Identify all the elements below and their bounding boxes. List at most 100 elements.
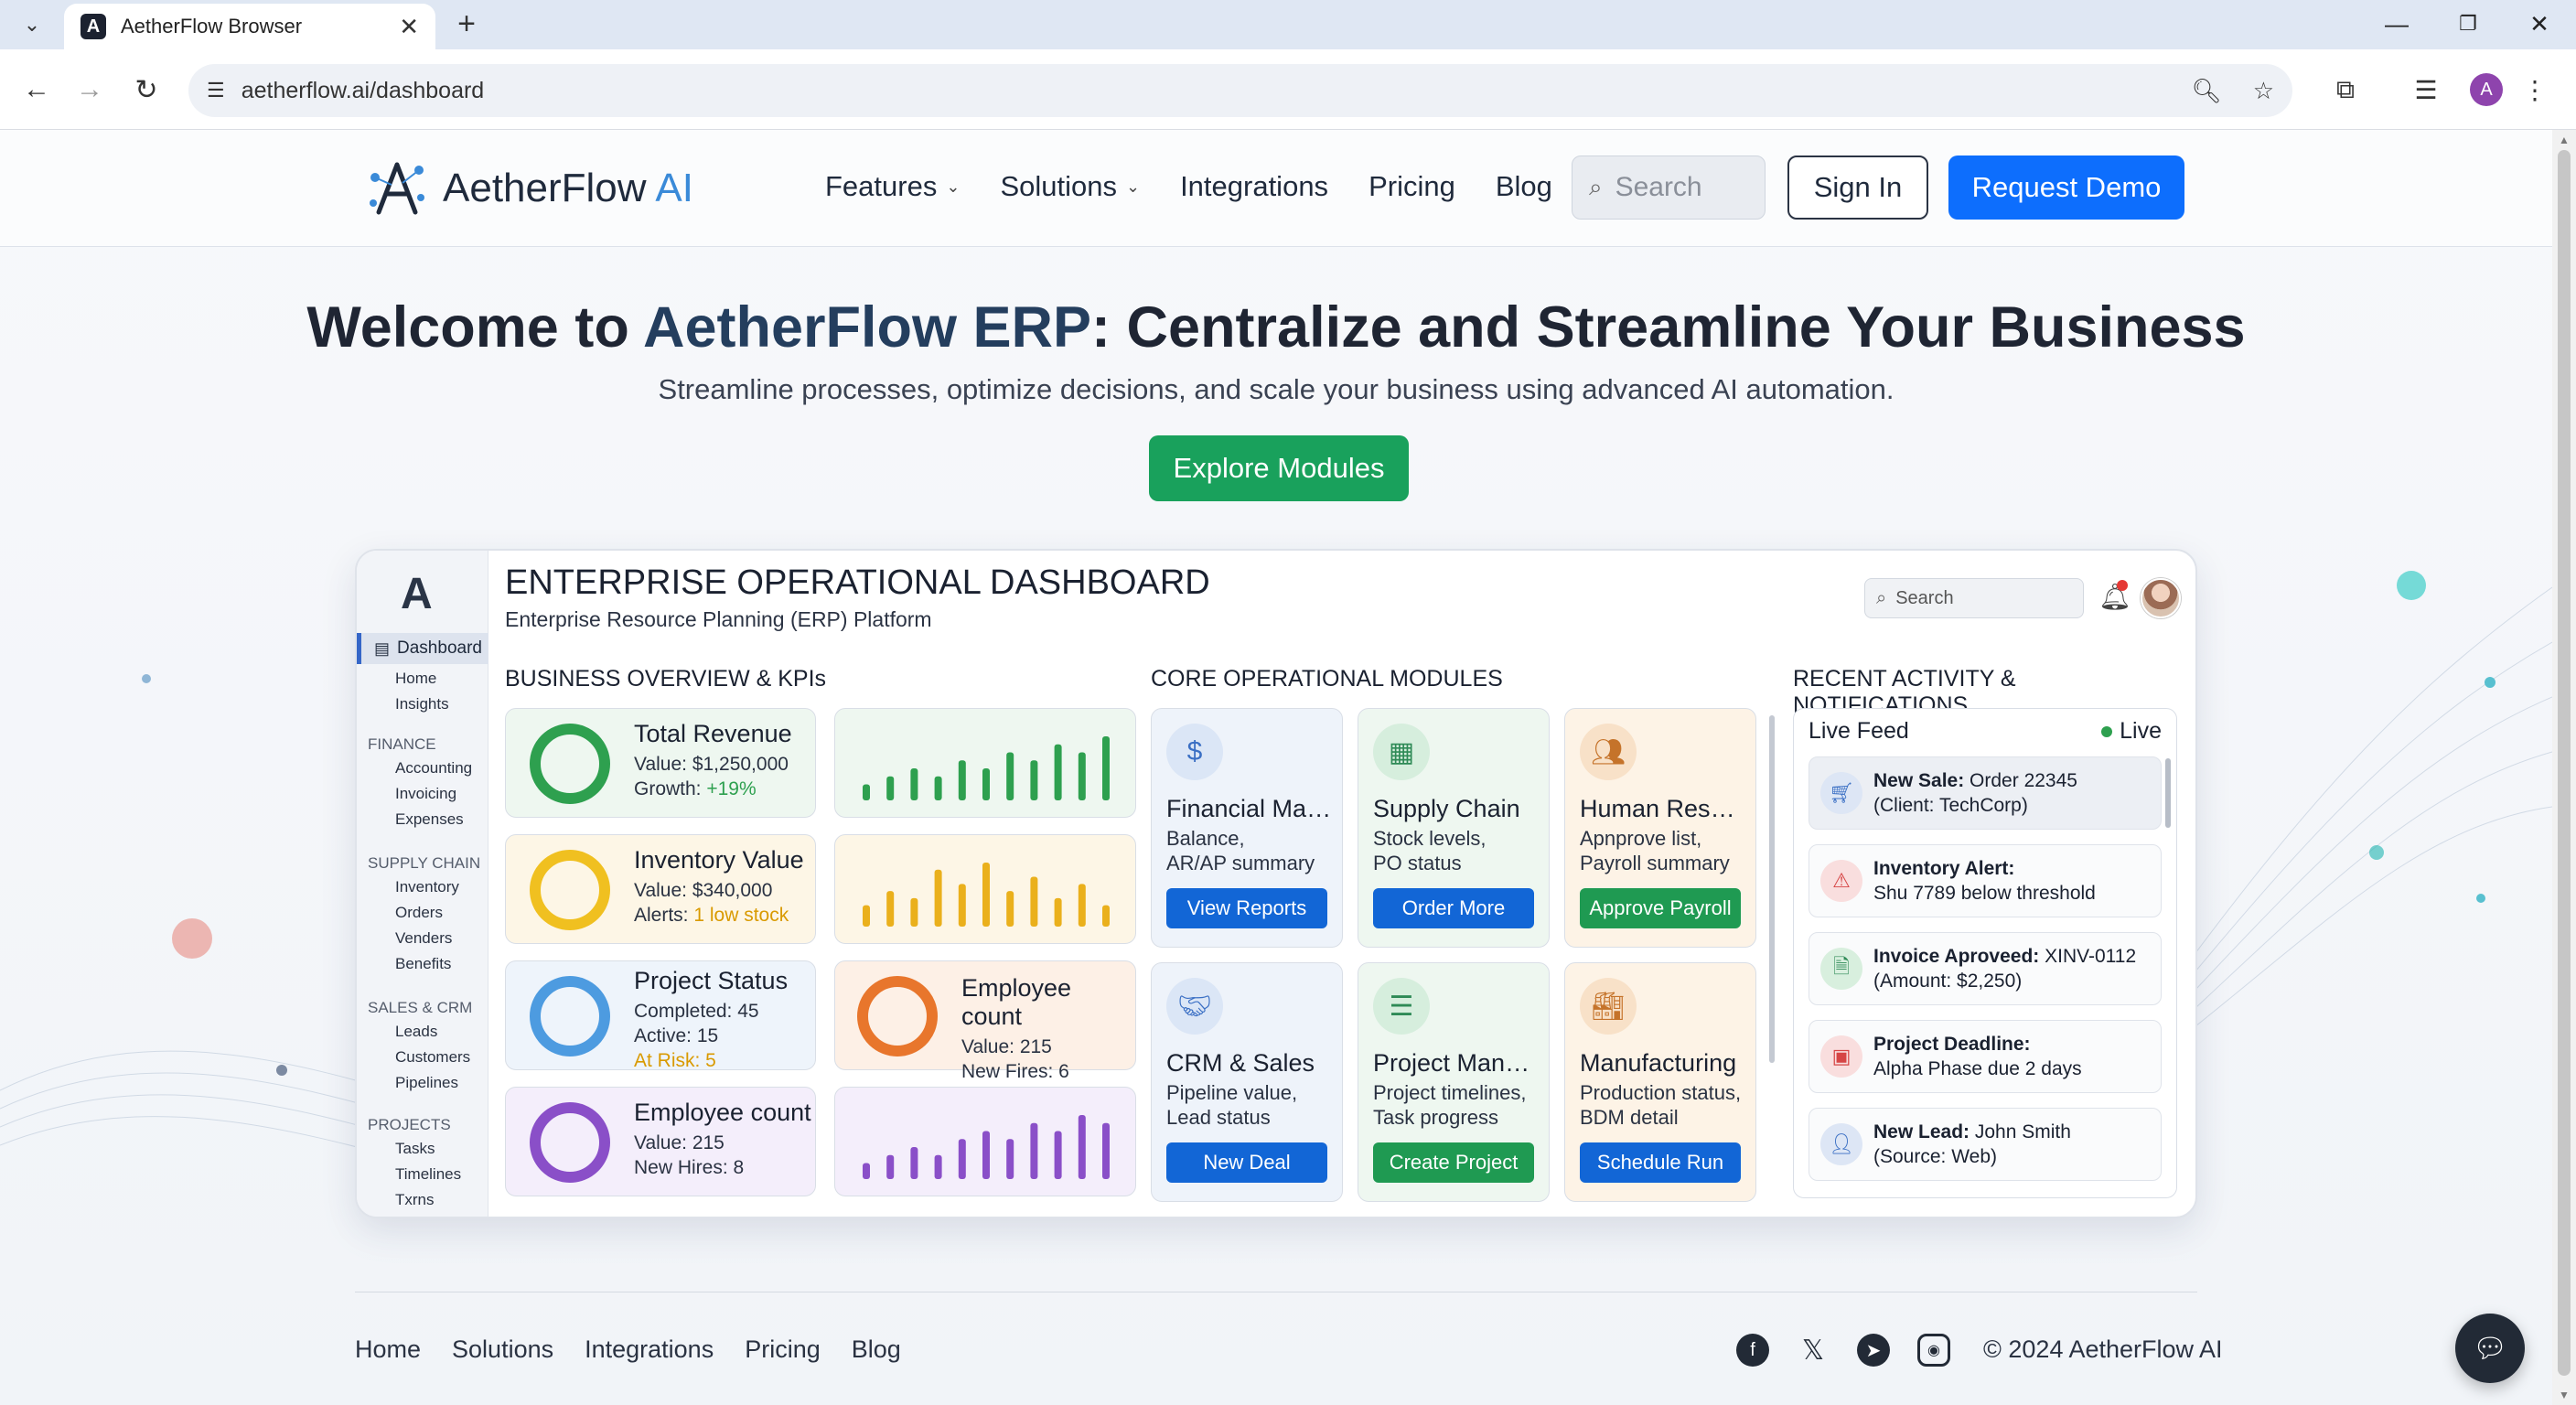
- media-icon[interactable]: ☰: [2406, 70, 2446, 110]
- sidebar-item-orders[interactable]: Orders: [395, 904, 443, 922]
- address-bar[interactable]: ☰ aetherflow.ai/dashboard 🔍︎ ☆: [188, 64, 2292, 117]
- instagram-icon[interactable]: ◉: [1917, 1334, 1950, 1367]
- nav-pricing[interactable]: Pricing: [1368, 170, 1455, 203]
- sidebar-group-projects: PROJECTS: [368, 1116, 451, 1133]
- chevron-down-icon: ⌄: [946, 177, 961, 196]
- view-reports-button[interactable]: View Reports: [1166, 888, 1327, 928]
- tab-search-chevron-icon[interactable]: ⌄: [13, 7, 51, 42]
- module-description: Pipeline value, Lead status: [1166, 1081, 1298, 1129]
- minimize-icon[interactable]: —: [2369, 5, 2424, 42]
- tab-close-icon[interactable]: ✕: [399, 13, 419, 41]
- sparkline-bar: [1030, 1122, 1038, 1179]
- site-info-icon[interactable]: ☰: [207, 79, 225, 102]
- reload-icon[interactable]: ↻: [124, 68, 168, 112]
- module-card-crm-sales[interactable]: 🤝︎ CRM & Sales Pipeline value, Lead statu…: [1151, 962, 1343, 1202]
- sidebar-item-timelines[interactable]: Timelines: [395, 1165, 461, 1184]
- sidebar-item-insights[interactable]: Insights: [395, 695, 449, 713]
- nav-features[interactable]: Features ⌄: [825, 170, 960, 203]
- footer-link-integrations[interactable]: Integrations: [585, 1335, 714, 1364]
- nav-integrations[interactable]: Integrations: [1180, 170, 1328, 203]
- scroll-up-icon[interactable]: ▲: [2558, 134, 2571, 146]
- back-arrow-icon[interactable]: ←: [15, 68, 59, 112]
- module-card-financial[interactable]: $ Financial Man... Balance, AR/AP summary…: [1151, 708, 1343, 948]
- nav-blog[interactable]: Blog: [1496, 170, 1552, 203]
- footer-link-solutions[interactable]: Solutions: [452, 1335, 553, 1364]
- sidebar-item-accounting[interactable]: Accounting: [395, 759, 472, 778]
- kpi-value: Value: 215: [634, 1132, 724, 1153]
- module-card-manufacturing[interactable]: 🏭︎ Manufacturing Production status, BDM d…: [1564, 962, 1756, 1202]
- dashboard-title: ENTERPRISE OPERATIONAL DASHBOARD: [505, 563, 1210, 602]
- user-avatar[interactable]: [2141, 578, 2181, 618]
- sidebar-item-home[interactable]: Home: [395, 670, 436, 688]
- sidebar-item-customers[interactable]: Customers: [395, 1048, 470, 1067]
- sparkline-bar: [1054, 897, 1062, 927]
- restore-icon[interactable]: ❐: [2441, 5, 2496, 42]
- url-text[interactable]: aetherflow.ai/dashboard: [242, 78, 2161, 104]
- sidebar-item-leads[interactable]: Leads: [395, 1023, 437, 1041]
- kpi-card-employee-count-alt[interactable]: Employee count Value: 215 New Fires: 6: [834, 960, 1136, 1082]
- footer-link-pricing[interactable]: Pricing: [745, 1335, 821, 1364]
- feed-item[interactable]: 🛒︎ New Sale: Order 22345 (Client: TechCor…: [1809, 756, 2162, 830]
- site-logo[interactable]: AetherFlow AI: [366, 157, 693, 220]
- telegram-icon[interactable]: ➤: [1857, 1334, 1890, 1367]
- sparkline-bar: [958, 1139, 966, 1179]
- kpi-card-total-revenue[interactable]: Total Revenue Value: $1,250,000 Growth: …: [505, 708, 816, 818]
- sidebar-group-finance: FINANCE: [368, 735, 436, 753]
- dashboard-search-input[interactable]: ⌕ Search: [1864, 578, 2084, 618]
- new-tab-plus-icon[interactable]: +: [448, 5, 485, 42]
- x-icon[interactable]: 𝕏: [1797, 1334, 1830, 1367]
- tab-favicon-icon: A: [80, 14, 106, 39]
- module-description: Production status, BDM detail: [1580, 1081, 1742, 1129]
- chat-bubble-icon[interactable]: 💬︎: [2455, 1314, 2525, 1383]
- create-project-button[interactable]: Create Project: [1373, 1142, 1534, 1183]
- order-more-button[interactable]: Order More: [1373, 888, 1534, 928]
- web-page: AetherFlow AI Features ⌄ Solutions ⌄ Integ…: [0, 130, 2552, 1405]
- footer-link-home[interactable]: Home: [355, 1335, 421, 1364]
- kpi-card-inventory-value[interactable]: Inventory Value Value: $340,000 Alerts: …: [505, 834, 816, 944]
- sign-in-button[interactable]: Sign In: [1787, 156, 1928, 220]
- explore-modules-button[interactable]: Explore Modules: [1149, 435, 1409, 501]
- module-card-project-management[interactable]: ☰ Project Manag... Project timelines, Tas…: [1358, 962, 1550, 1202]
- sidebar-item-invoicing[interactable]: Invoicing: [395, 785, 456, 803]
- window-close-icon[interactable]: ✕: [2512, 5, 2567, 42]
- nav-solutions[interactable]: Solutions ⌄: [1000, 170, 1140, 203]
- forward-arrow-icon[interactable]: →: [68, 68, 112, 112]
- page-scrollbar[interactable]: ▲ ▼: [2552, 130, 2576, 1405]
- schedule-run-button[interactable]: Schedule Run: [1580, 1142, 1741, 1183]
- approve-payroll-button[interactable]: Approve Payroll: [1580, 888, 1741, 928]
- module-card-human-resources[interactable]: 👥︎ Human Resou... Apnprove list, Payroll …: [1564, 708, 1756, 948]
- browser-tab[interactable]: A AetherFlow Browser ✕: [64, 4, 435, 49]
- sidebar-item-inventory[interactable]: Inventory: [395, 878, 459, 896]
- extensions-icon[interactable]: ⧉: [2325, 70, 2366, 110]
- scroll-down-icon[interactable]: ▼: [2558, 1389, 2571, 1401]
- feed-scrollbar[interactable]: [2165, 758, 2171, 828]
- feed-item[interactable]: ⚠ Inventory Alert: Shu 7789 below thresho…: [1809, 844, 2162, 917]
- profile-avatar[interactable]: A: [2466, 70, 2506, 110]
- kpi-card-employee-count[interactable]: Employee count Value: 215 New Hires: 8: [505, 1087, 816, 1196]
- scrollbar-thumb[interactable]: [2558, 150, 2571, 1376]
- sidebar-item-venders[interactable]: Venders: [395, 929, 452, 948]
- sidebar-item-pipelines[interactable]: Pipelines: [395, 1074, 458, 1092]
- sidebar-item-benefits[interactable]: Benefits: [395, 955, 451, 973]
- sidebar-item-txrns[interactable]: Txrns: [395, 1191, 435, 1209]
- footer-link-blog[interactable]: Blog: [852, 1335, 901, 1364]
- request-demo-button[interactable]: Request Demo: [1948, 156, 2184, 220]
- feed-item[interactable]: 👤︎ New Lead: John Smith (Source: Web): [1809, 1108, 2162, 1181]
- feed-item[interactable]: 🗎 Invoice Aproveed: XINV-0112 (Amount: $2…: [1809, 932, 2162, 1005]
- browser-menu-icon[interactable]: ⋮: [2521, 70, 2549, 110]
- module-card-supply-chain[interactable]: ▦ Supply Chain Stock levels, PO status Or…: [1358, 708, 1550, 948]
- zoom-icon[interactable]: 🔍︎: [2192, 77, 2222, 105]
- sidebar-item-tasks[interactable]: Tasks: [395, 1140, 435, 1158]
- sparkline-bar: [982, 863, 990, 927]
- feed-item[interactable]: ▣ Project Deadline: Alpha Phase due 2 day…: [1809, 1020, 2162, 1093]
- bookmark-star-icon[interactable]: ☆: [2253, 77, 2274, 105]
- sparkline-bar: [934, 776, 942, 800]
- sidebar-item-expenses[interactable]: Expenses: [395, 810, 464, 829]
- modules-scrollbar[interactable]: [1769, 715, 1775, 1063]
- sparkline-bars: [863, 736, 1110, 800]
- sidebar-item-dashboard[interactable]: ▤ Dashboard: [357, 633, 488, 664]
- site-search-input[interactable]: ⌕ Search: [1572, 156, 1766, 220]
- new-deal-button[interactable]: New Deal: [1166, 1142, 1327, 1183]
- kpi-card-project-status[interactable]: Project Status Completed: 45 Active: 15 …: [505, 960, 816, 1071]
- facebook-icon[interactable]: f: [1736, 1334, 1769, 1367]
